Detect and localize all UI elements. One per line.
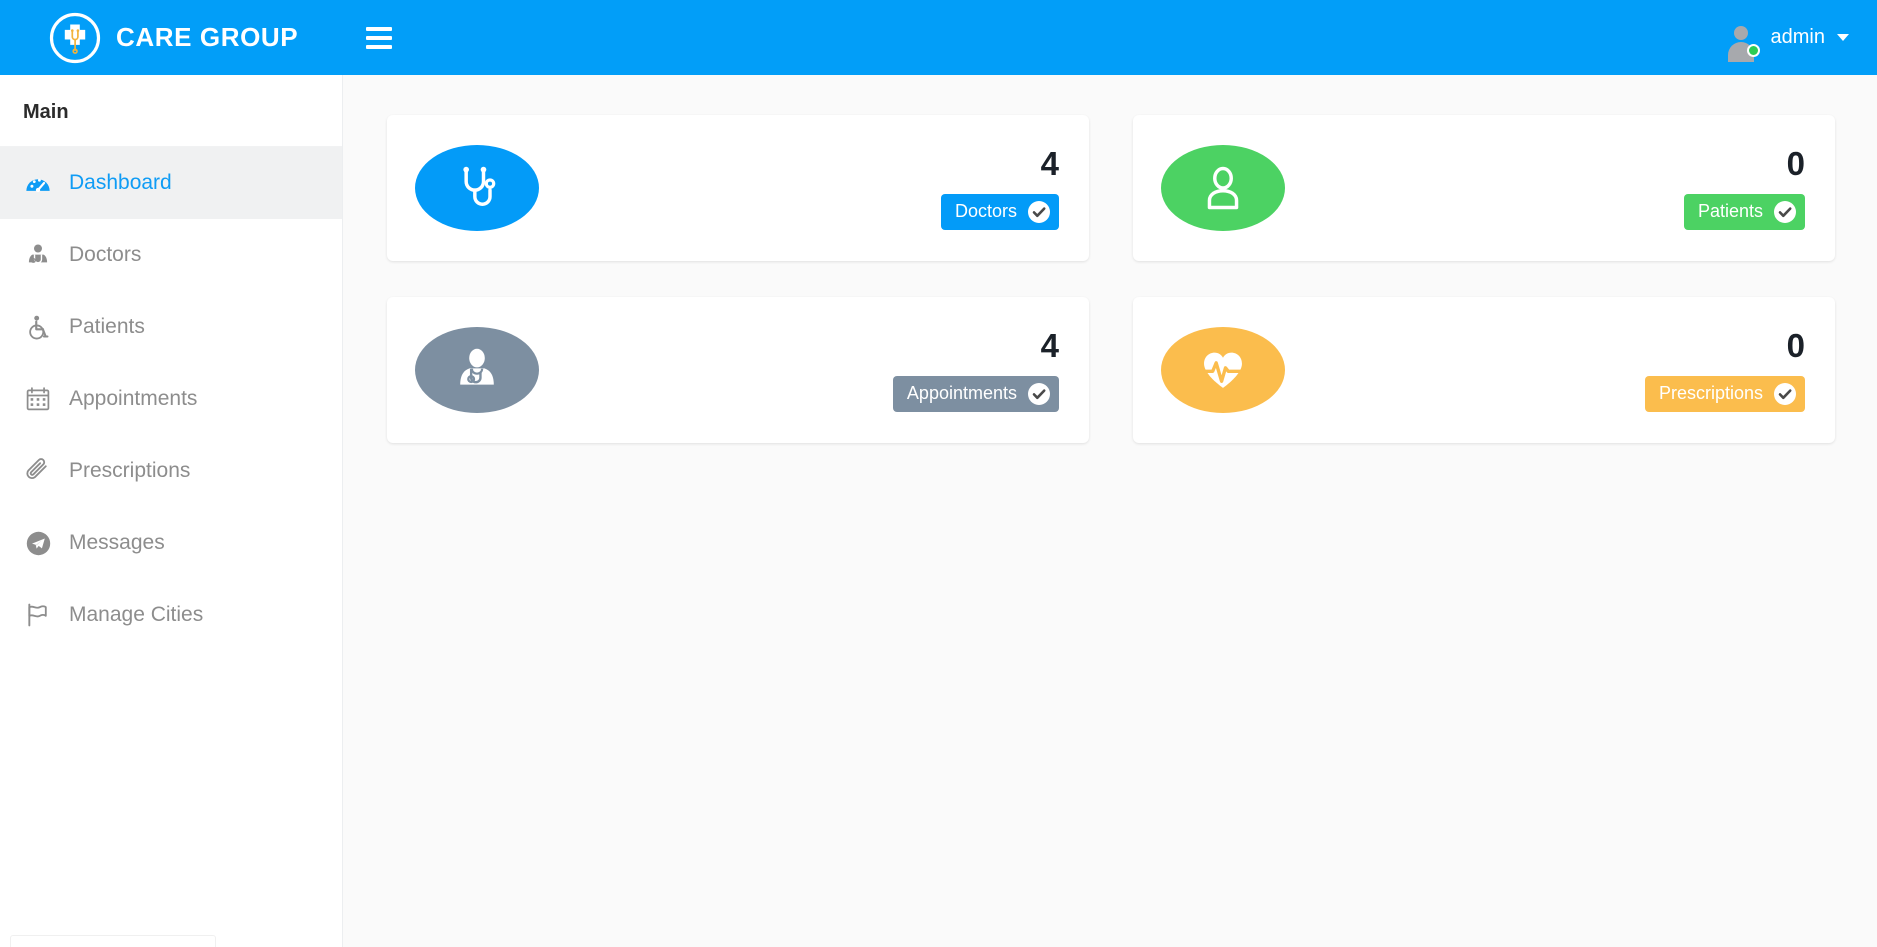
paperclip-icon [23,456,53,486]
stat-badge-doctors[interactable]: Doctors [940,193,1059,230]
brand-title: CARE GROUP [116,22,299,52]
stat-value: 0 [1786,326,1805,364]
sidebar-item-label: Dashboard [69,171,172,194]
stat-badge-label: Prescriptions [1658,383,1763,403]
user-icon [1161,145,1285,231]
stat-badge-appointments[interactable]: Appointments [892,375,1059,412]
hamburger-bar [366,44,392,49]
stat-card-values: 0 Prescriptions [1644,326,1805,412]
check-circle-icon [1028,382,1050,405]
calendar-icon [23,384,53,414]
sidebar-section-heading: Main [0,75,342,147]
brand-link[interactable]: CARE GROUP [0,0,343,75]
sidebar-item-dashboard[interactable]: Dashboard [0,147,342,219]
sidebar-item-label: Doctors [69,243,142,266]
sidebar-item-messages[interactable]: Messages [0,507,342,579]
check-circle-icon [1774,382,1796,405]
user-md-icon [23,240,53,270]
sidebar-item-label: Appointments [69,387,198,410]
stat-badge-label: Doctors [954,201,1017,221]
stat-card-values: 0 Patients [1683,144,1805,230]
caret-down-icon[interactable] [1837,34,1849,41]
username-label: admin [1770,26,1825,48]
hamburger-bar [366,26,392,31]
stat-card-patients[interactable]: 0 Patients [1133,115,1835,261]
sidebar-item-label: Manage Cities [69,603,204,626]
stat-card-appointments[interactable]: 4 Appointments [387,297,1089,443]
stat-card-values: 4 Appointments [892,326,1059,412]
stat-card-values: 4 Doctors [940,144,1059,230]
sidebar-item-doctors[interactable]: Doctors [0,219,342,291]
user-menu-button[interactable]: admin [1723,0,1877,75]
sidebar-item-appointments[interactable]: Appointments [0,363,342,435]
stat-badge-label: Appointments [906,383,1017,403]
stat-value: 0 [1786,144,1805,182]
sidebar-item-label: Prescriptions [69,459,191,482]
hamburger-bar [366,35,392,40]
sidebar-item-patients[interactable]: Patients [0,291,342,363]
top-navbar: CARE GROUP admin [0,0,1877,75]
sidebar-item-prescriptions[interactable]: Prescriptions [0,435,342,507]
stat-card-doctors[interactable]: 4 Doctors [387,115,1089,261]
medical-cross-stethoscope-logo-icon [48,11,102,65]
flag-icon [23,600,53,630]
user-md-icon [415,327,539,413]
sidebar-item-label: Patients [69,315,145,338]
sidebar-bottom-partial-element [10,935,216,947]
telegram-icon [23,528,53,558]
avatar [1723,20,1760,57]
online-status-dot [1746,43,1760,57]
check-circle-icon [1774,200,1796,223]
tachometer-icon [23,168,53,198]
check-circle-icon [1028,200,1050,223]
stat-badge-prescriptions[interactable]: Prescriptions [1644,375,1805,412]
stat-badge-patients[interactable]: Patients [1683,193,1805,230]
sidebar-item-manage-cities[interactable]: Manage Cities [0,579,342,651]
stat-value: 4 [1040,144,1059,182]
main-content: 4 Doctors 0 Patients 4 Appointments 0 Pr… [343,75,1877,947]
stat-value: 4 [1040,326,1059,364]
sidebar: Main Dashboard Doctors Patients Appointm… [0,75,343,947]
heartbeat-icon [1161,327,1285,413]
sidebar-item-label: Messages [69,531,165,554]
stat-card-prescriptions[interactable]: 0 Prescriptions [1133,297,1835,443]
wheelchair-icon [23,312,53,342]
stat-cards-grid: 4 Doctors 0 Patients 4 Appointments 0 Pr… [387,115,1835,443]
stat-badge-label: Patients [1697,201,1763,221]
stethoscope-icon [415,145,539,231]
hamburger-menu-icon[interactable] [357,16,401,60]
